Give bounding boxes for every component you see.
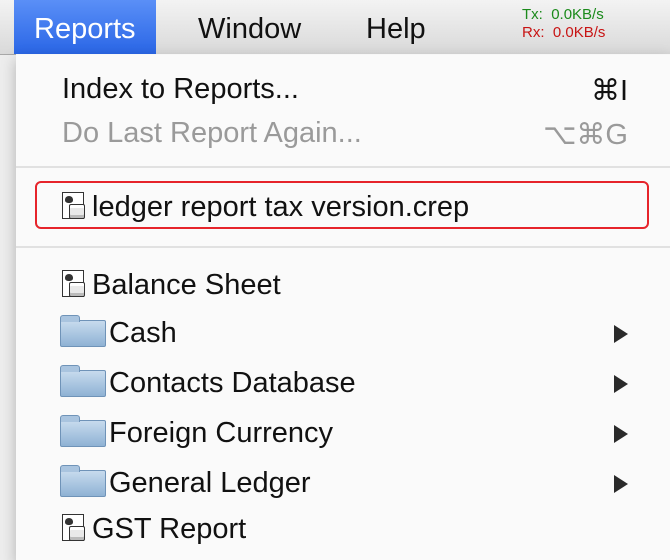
report-doc-icon [62, 270, 85, 297]
menu-item-balance-sheet[interactable]: Balance Sheet [16, 262, 670, 308]
menu-item-do-last-report-again: Do Last Report Again... ⌥⌘G [16, 110, 670, 156]
menu-item-label: Contacts Database [109, 367, 356, 399]
menu-bar: Reports Window Help Tx: 0.0KB/s Rx: 0.0K… [0, 0, 670, 55]
menu-item-label: Balance Sheet [92, 269, 281, 301]
menu-item-label: Foreign Currency [109, 417, 334, 449]
menu-separator [16, 166, 670, 168]
submenu-arrow-icon [614, 475, 628, 493]
menu-item-index-to-reports[interactable]: Index to Reports... ⌘I [16, 66, 670, 112]
menubar-help[interactable]: Help [346, 0, 446, 54]
menu-item-general-ledger[interactable]: General Ledger [16, 460, 670, 506]
menu-item-shortcut: ⌘I [590, 75, 628, 107]
folder-icon [60, 365, 106, 397]
folder-icon [60, 315, 106, 347]
tx-label: Tx: [522, 6, 543, 23]
menu-item-shortcut: ⌥⌘G [543, 119, 628, 151]
submenu-arrow-icon [614, 375, 628, 393]
menu-item-label: Do Last Report Again... [62, 117, 362, 149]
folder-icon [60, 415, 106, 447]
menu-separator [16, 246, 670, 248]
menu-item-contacts-database[interactable]: Contacts Database [16, 360, 670, 406]
menu-item-label: Index to Reports... [62, 73, 299, 105]
menu-item-gst-report[interactable]: GST Report [16, 506, 670, 552]
menu-item-label: Cash [109, 317, 177, 349]
reports-menu: Index to Reports... ⌘I Do Last Report Ag… [16, 54, 670, 560]
submenu-arrow-icon [614, 325, 628, 343]
submenu-arrow-icon [614, 425, 628, 443]
menubar-reports[interactable]: Reports [14, 0, 156, 54]
menu-item-label: GST Report [92, 513, 247, 545]
report-doc-icon [62, 514, 85, 541]
rx-value: 0.0KB/s [552, 24, 606, 41]
folder-icon [60, 465, 106, 497]
rx-label: Rx: [522, 24, 545, 41]
highlight-annotation-box [35, 181, 649, 229]
network-monitor: Tx: 0.0KB/s Rx: 0.0KB/s [522, 6, 605, 42]
menu-item-foreign-currency[interactable]: Foreign Currency [16, 410, 670, 456]
menu-item-cash[interactable]: Cash [16, 310, 670, 356]
menubar-window[interactable]: Window [178, 0, 321, 54]
menu-item-label: General Ledger [109, 467, 311, 499]
tx-value: 0.0KB/s [551, 6, 604, 23]
